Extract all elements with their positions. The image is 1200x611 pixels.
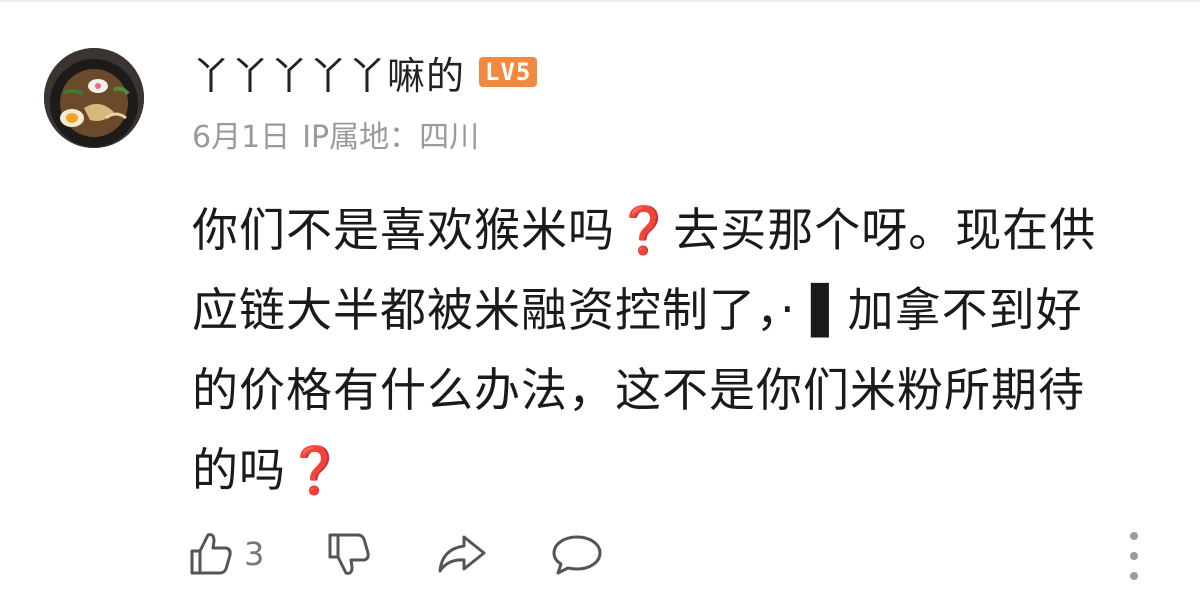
share-button[interactable] <box>434 529 490 579</box>
comment-line: 应链大半都被米融资控制了，‧ ▌加拿不到好 <box>192 283 1083 337</box>
top-divider <box>0 0 1200 2</box>
more-dot <box>1130 532 1138 540</box>
level-badge: LV5 <box>479 57 538 87</box>
comment-body: 你们不是喜欢猴米吗❓去买那个呀。现在供 应链大半都被米融资控制了，‧ ▌加拿不到… <box>192 190 1152 510</box>
comment-line: 你们不是喜欢猴米吗❓去买那个呀。现在供 <box>192 203 1097 257</box>
ip-location: IP属地：四川 <box>302 120 480 155</box>
more-vertical-icon[interactable] <box>1120 532 1148 580</box>
comment-line: 的价格有什么办法，这不是你们米粉所期待 <box>192 363 1085 417</box>
share-arrow-icon <box>438 535 486 573</box>
like-count: 3 <box>244 535 265 573</box>
thumbs-down-icon <box>328 533 371 575</box>
dislike-button[interactable] <box>324 529 374 579</box>
more-dot <box>1130 572 1138 580</box>
question-mark-emoji: ❓ <box>286 443 345 497</box>
ramen-avatar-image <box>44 48 144 148</box>
question-mark-emoji: ❓ <box>615 203 674 257</box>
avatar[interactable] <box>44 48 144 148</box>
thumbs-up-icon <box>190 533 232 575</box>
more-dot <box>1130 552 1138 560</box>
comment-actions: 3 <box>186 522 664 586</box>
comment-date: 6月1日 <box>192 120 291 155</box>
comment-line: 的吗❓ <box>192 443 345 497</box>
comment-bubble-icon <box>552 535 602 575</box>
like-button[interactable]: 3 <box>186 529 264 579</box>
comment-meta: 6月1日 IP属地：四川 <box>192 112 479 156</box>
username[interactable]: 丫丫丫丫丫嘛的 <box>192 45 465 100</box>
reply-button[interactable] <box>550 529 604 579</box>
